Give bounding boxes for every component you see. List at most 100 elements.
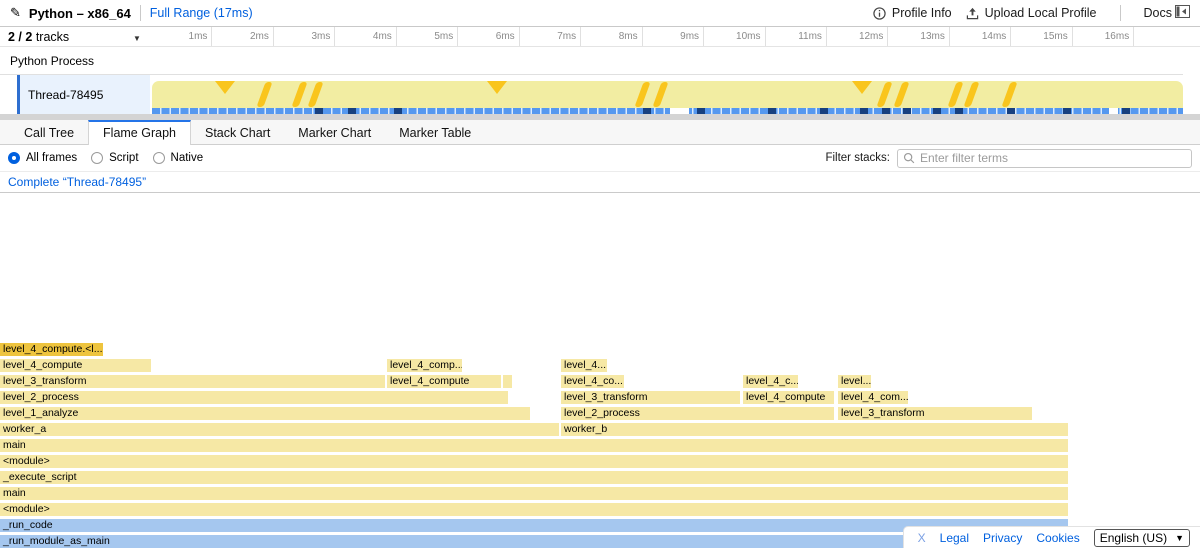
tab-flame-graph[interactable]: Flame Graph	[88, 120, 191, 146]
footer-link-cookies[interactable]: Cookies	[1036, 531, 1079, 545]
language-select[interactable]: English (US)▼	[1094, 529, 1190, 547]
flame-box[interactable]: level_3_transform	[0, 375, 385, 388]
flame-box[interactable]: level_4_compute.<l...	[0, 343, 103, 356]
flame-box[interactable]: level...	[838, 375, 871, 388]
marker-stripe-icon	[256, 82, 272, 107]
marker-stripe-icon	[291, 82, 307, 107]
flame-box[interactable]: worker_a	[0, 423, 559, 436]
cpu-usage-band	[152, 81, 1183, 108]
info-icon	[873, 7, 886, 20]
breadcrumb-row: Complete “Thread-78495”	[0, 172, 1200, 193]
flame-box[interactable]: level_4_compute	[387, 375, 501, 388]
ruler-tick-label: 14ms	[948, 31, 1006, 42]
flame-box[interactable]: level_4_co...	[561, 375, 624, 388]
radio-label-script[interactable]: Script	[109, 152, 138, 164]
flame-box[interactable]: level_4_com...	[838, 391, 908, 404]
profile-title: Python – x86_64	[29, 6, 131, 21]
filter-input-wrap	[897, 149, 1192, 168]
flame-box[interactable]: main	[0, 439, 1068, 452]
ruler-tick-label: 3ms	[272, 31, 330, 42]
tab-call-tree[interactable]: Call Tree	[10, 120, 88, 145]
ruler-tick-label: 8ms	[580, 31, 638, 42]
tab-marker-table[interactable]: Marker Table	[385, 120, 485, 145]
ruler-tick-label: 1ms	[149, 31, 207, 42]
process-track-row[interactable]: Python Process	[0, 47, 1183, 75]
sidebar-toggle-button[interactable]	[1175, 5, 1190, 18]
flame-box[interactable]: main	[0, 487, 1068, 500]
gc-marker-icon	[487, 81, 507, 94]
marker-stripe-icon	[947, 82, 963, 107]
filter-stacks-input[interactable]	[920, 151, 1186, 165]
track-activity-canvas[interactable]	[150, 75, 1183, 114]
timeline-ruler[interactable]: 2 / 2 tracks ▼ 1ms2ms3ms4ms5ms6ms7ms8ms9…	[0, 27, 1200, 47]
ruler-tick-label: 16ms	[1071, 31, 1129, 42]
flame-box[interactable]: level_2_process	[561, 407, 834, 420]
flame-box[interactable]: level_4_comp...	[387, 359, 462, 372]
radio-native[interactable]	[153, 152, 165, 164]
footer-link-legal[interactable]: Legal	[940, 531, 969, 545]
header-divider	[140, 5, 141, 21]
footer-link-privacy[interactable]: Privacy	[983, 531, 1022, 545]
ruler-tick-label: 5ms	[395, 31, 453, 42]
flame-box[interactable]: level_4...	[561, 359, 607, 372]
flame-box[interactable]: worker_b	[561, 423, 1068, 436]
tab-marker-chart[interactable]: Marker Chart	[284, 120, 385, 145]
edit-profile-name-icon[interactable]: ✎	[10, 5, 21, 21]
ruler-tick-label: 15ms	[1010, 31, 1068, 42]
thread-track-label[interactable]: Thread-78495	[20, 75, 150, 114]
flame-box[interactable]: level_3_transform	[561, 391, 740, 404]
filter-stacks-group: Filter stacks:	[825, 149, 1200, 168]
marker-stripe-icon	[1001, 82, 1017, 107]
marker-stripe-icon	[307, 82, 323, 107]
flame-box[interactable]: level_4_c...	[743, 375, 798, 388]
marker-stripe-icon	[893, 82, 909, 107]
tracks-dropdown[interactable]: 2 / 2 tracks ▼	[8, 30, 148, 44]
marker-stripe-icon	[963, 82, 979, 107]
ruler-tick-label: 9ms	[641, 31, 699, 42]
flame-box[interactable]: level_4_compute	[743, 391, 834, 404]
gc-marker-icon	[852, 81, 872, 94]
header-divider-2	[1120, 5, 1121, 21]
flame-box[interactable]: level_1_analyze	[0, 407, 530, 420]
footer: X Legal Privacy Cookies English (US)▼	[903, 526, 1200, 548]
upload-icon	[966, 7, 979, 20]
flame-box[interactable]: level_3_transform	[838, 407, 1032, 420]
caret-down-icon: ▼	[133, 34, 141, 43]
search-icon	[903, 152, 915, 164]
ruler-tick-label: 10ms	[703, 31, 761, 42]
radio-label-native[interactable]: Native	[171, 152, 204, 164]
marker-stripe-icon	[876, 82, 892, 107]
full-range-link[interactable]: Full Range (17ms)	[150, 6, 253, 20]
frames-filter-row: All frames Script Native Filter stacks:	[0, 145, 1200, 172]
flame-box[interactable]: level_4_compute	[0, 359, 151, 372]
flame-box[interactable]	[503, 375, 512, 388]
radio-script[interactable]	[91, 152, 103, 164]
filter-stacks-label: Filter stacks:	[825, 152, 890, 164]
ruler-tick-label: 2ms	[211, 31, 269, 42]
footer-link-x[interactable]: X	[918, 531, 926, 545]
ruler-tick-label: 12ms	[825, 31, 883, 42]
ruler-tick-label: 7ms	[518, 31, 576, 42]
upload-profile-button[interactable]: Upload Local Profile	[966, 6, 1097, 20]
chevron-down-icon: ▼	[1175, 533, 1184, 543]
profiler-app: ✎ Python – x86_64 Full Range (17ms) Prof…	[0, 0, 1200, 550]
ruler-tick-label: 13ms	[887, 31, 945, 42]
marker-stripe-icon	[634, 82, 650, 107]
frames-filter-radiogroup: All frames Script Native	[0, 152, 211, 164]
radio-all-frames[interactable]	[8, 152, 20, 164]
tab-stack-chart[interactable]: Stack Chart	[191, 120, 284, 145]
profile-name-group: ✎ Python – x86_64 Full Range (17ms)	[0, 5, 253, 21]
breadcrumb-complete-thread[interactable]: Complete “Thread-78495”	[0, 175, 146, 189]
thread-track-row[interactable]: Thread-78495	[0, 75, 1200, 114]
flame-graph: level_4_compute.<l...level_4_computeleve…	[0, 193, 1200, 550]
flame-box[interactable]: _execute_script	[0, 471, 1068, 484]
marker-stripe-icon	[652, 82, 668, 107]
panel-tab-bar: Call TreeFlame GraphStack ChartMarker Ch…	[0, 120, 1200, 145]
flame-box[interactable]: level_2_process	[0, 391, 508, 404]
flame-box[interactable]: <module>	[0, 455, 1068, 468]
gc-marker-icon	[215, 81, 235, 94]
profile-info-button[interactable]: Profile Info	[873, 6, 952, 20]
ruler-tick-label: 4ms	[334, 31, 392, 42]
radio-label-all-frames[interactable]: All frames	[26, 152, 77, 164]
flame-box[interactable]: <module>	[0, 503, 1068, 516]
